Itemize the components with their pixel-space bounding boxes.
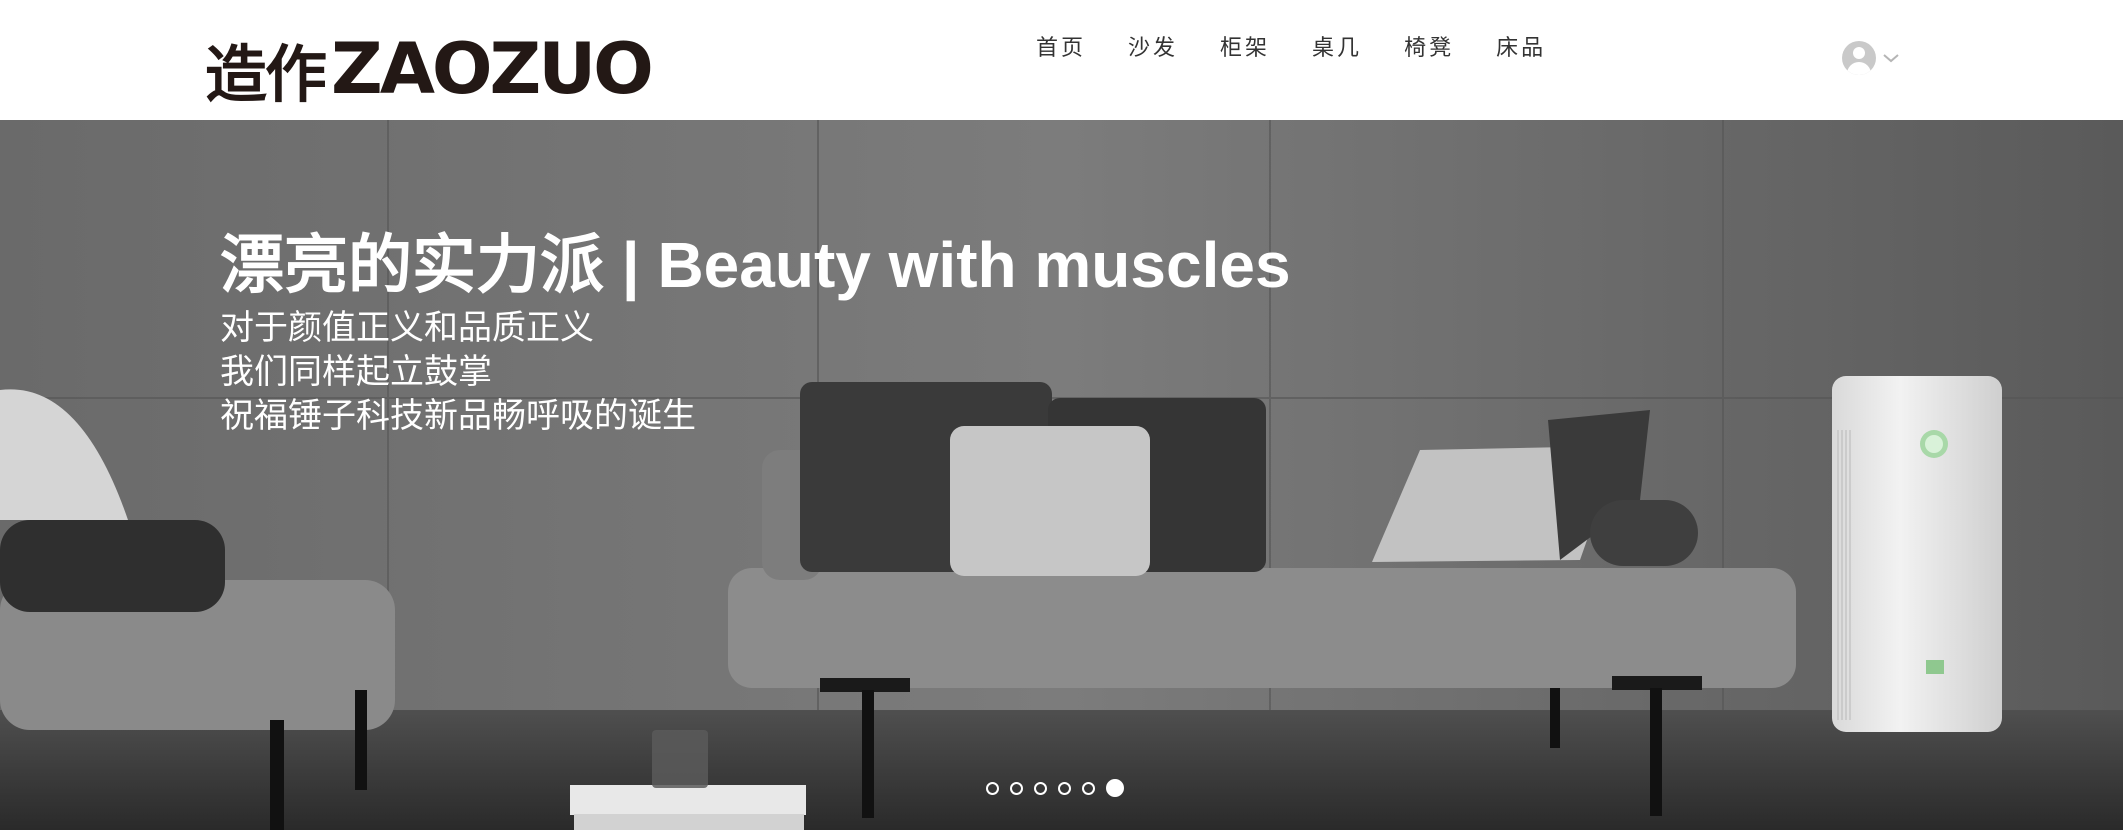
- banner-line: 祝福锤子科技新品畅呼吸的诞生: [220, 396, 696, 436]
- banner-subcopy: 对于颜值正义和品质正义 我们同样起立鼓掌 祝福锤子科技新品畅呼吸的诞生: [220, 306, 696, 438]
- user-avatar-icon[interactable]: [1842, 41, 1876, 75]
- nav-item-home[interactable]: 首页: [1036, 30, 1086, 62]
- chevron-down-icon[interactable]: [1882, 52, 1900, 64]
- logo-cn: 造作: [205, 38, 327, 111]
- carousel-dot[interactable]: [1082, 781, 1095, 795]
- nav-item-bedding[interactable]: 床品: [1496, 30, 1546, 62]
- nav-item-sofa[interactable]: 沙发: [1128, 30, 1178, 62]
- banner-line: 我们同样起立鼓掌: [220, 352, 492, 392]
- nav-item-chair[interactable]: 椅凳: [1404, 30, 1454, 62]
- banner-line: 对于颜值正义和品质正义: [220, 308, 594, 348]
- carousel-dot[interactable]: [1034, 781, 1047, 795]
- carousel-dot-active[interactable]: [1106, 779, 1124, 797]
- logo-en: ZAOZUO: [331, 28, 654, 110]
- banner-headline: 漂亮的实力派 | Beauty with muscles: [220, 229, 1291, 301]
- carousel-dot[interactable]: [1058, 781, 1071, 795]
- user-menu[interactable]: [1842, 38, 1906, 78]
- carousel-dots: [986, 779, 1124, 797]
- carousel-dot[interactable]: [986, 781, 999, 795]
- nav-item-cabinet[interactable]: 柜架: [1220, 30, 1270, 62]
- site-header: 造作 ZAOZUO 首页 沙发 柜架 桌几 椅凳 床品: [0, 0, 2123, 120]
- carousel-dot[interactable]: [1010, 781, 1023, 795]
- main-nav: 首页 沙发 柜架 桌几 椅凳 床品: [1036, 28, 1546, 64]
- hero-banner[interactable]: 漂亮的实力派 | Beauty with muscles 对于颜值正义和品质正义…: [0, 120, 2123, 830]
- logo[interactable]: 造作 ZAOZUO: [205, 28, 654, 111]
- nav-item-table[interactable]: 桌几: [1312, 30, 1362, 62]
